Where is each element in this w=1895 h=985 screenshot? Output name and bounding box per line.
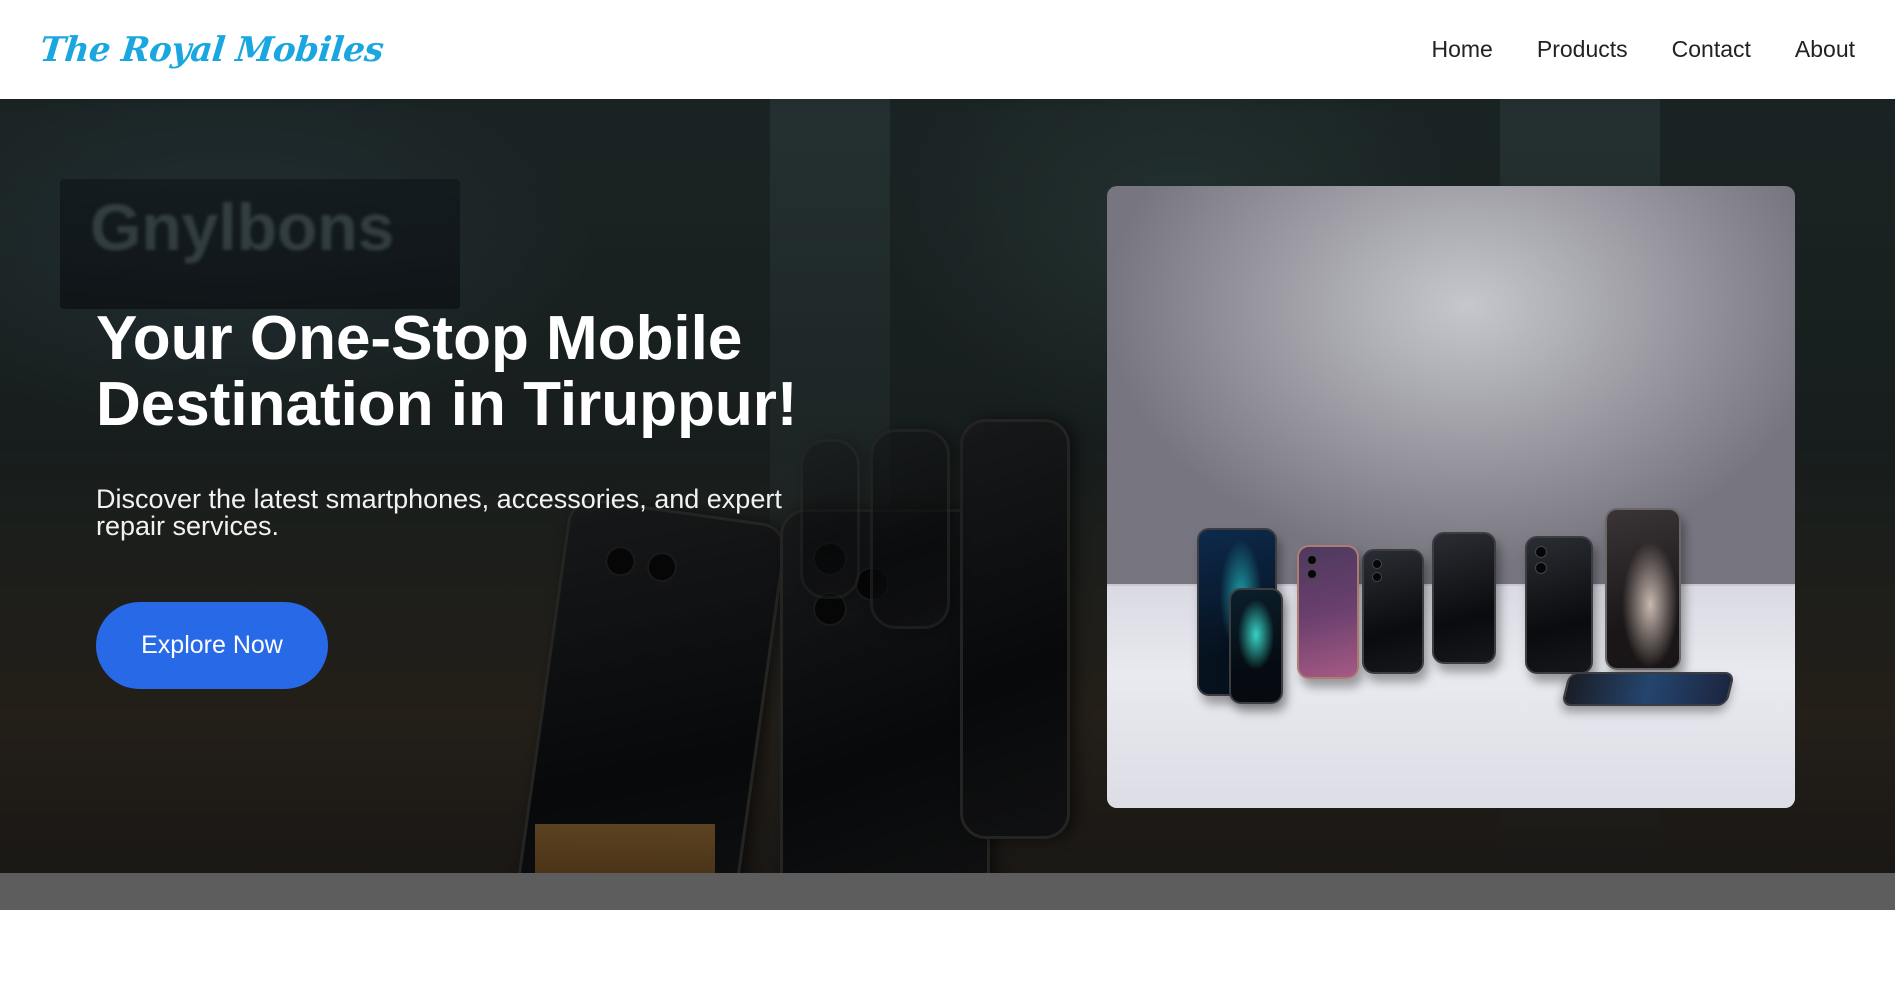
camera-lens-icon	[1372, 559, 1382, 569]
product-phone-lying-flat	[1560, 672, 1736, 706]
camera-lens-icon	[1307, 569, 1317, 579]
hero-title-line-2: Destination in Tiruppur!	[96, 370, 798, 439]
nav-link-about[interactable]: About	[1795, 36, 1855, 63]
camera-lens-icon	[1372, 572, 1382, 582]
hero-title: Your One-Stop Mobile Destination in Tiru…	[96, 306, 856, 438]
camera-lens-icon	[1535, 562, 1547, 574]
main-nav: Home Products Contact About	[1432, 36, 1856, 63]
hero-bottom-band	[0, 873, 1895, 910]
hero-product-image	[1107, 186, 1795, 808]
camera-lens-icon	[1535, 546, 1547, 558]
hero-title-line-1: Your One-Stop Mobile	[96, 304, 743, 373]
product-phone	[1297, 545, 1359, 679]
nav-link-products[interactable]: Products	[1537, 36, 1628, 63]
site-header: The Royal Mobiles Home Products Contact …	[0, 0, 1895, 99]
product-phone	[1605, 508, 1681, 670]
product-phone	[1229, 588, 1283, 704]
nav-link-contact[interactable]: Contact	[1672, 36, 1751, 63]
camera-lens-icon	[1307, 555, 1317, 565]
product-phone	[1432, 532, 1496, 664]
explore-now-button[interactable]: Explore Now	[96, 602, 328, 689]
hero-content: Your One-Stop Mobile Destination in Tiru…	[96, 306, 856, 540]
product-phone	[1525, 536, 1593, 674]
product-phone	[1362, 549, 1424, 674]
hero-subtitle: Discover the latest smartphones, accesso…	[96, 484, 782, 541]
nav-link-home[interactable]: Home	[1432, 36, 1493, 63]
site-logo[interactable]: The Royal Mobiles	[38, 30, 385, 70]
